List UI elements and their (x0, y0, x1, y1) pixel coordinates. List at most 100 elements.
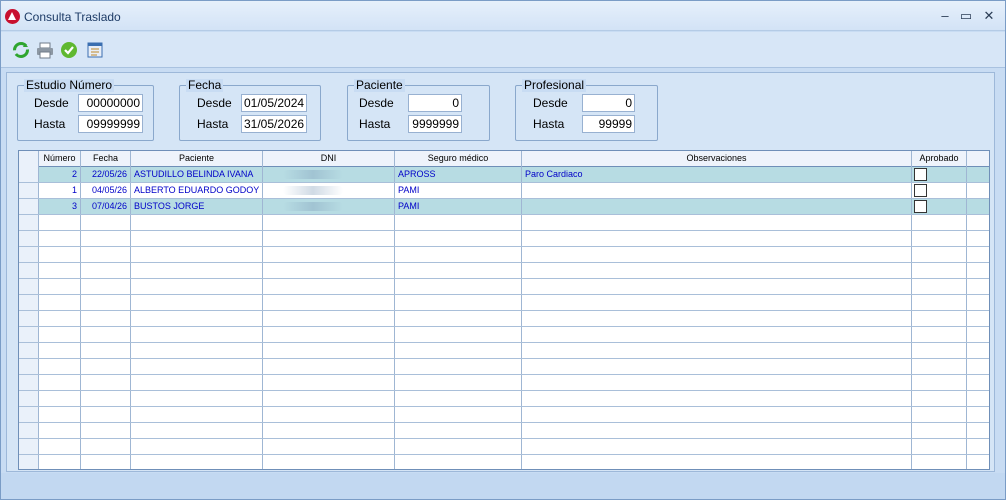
cell-numero[interactable] (39, 407, 81, 422)
cell-observaciones[interactable] (522, 311, 912, 326)
cell-observaciones[interactable] (522, 407, 912, 422)
cell-paciente[interactable] (131, 247, 263, 262)
cell-fecha[interactable]: 04/05/26 (81, 183, 131, 198)
cell-paciente[interactable] (131, 439, 263, 454)
cell-dni[interactable] (263, 359, 395, 374)
cell-fecha[interactable]: 07/04/26 (81, 199, 131, 214)
print-icon[interactable] (36, 41, 54, 59)
cell-dni[interactable] (263, 423, 395, 438)
cell-observaciones[interactable] (522, 391, 912, 406)
minimize-button[interactable]: – (936, 7, 954, 25)
empty-table-row[interactable] (19, 247, 989, 263)
cell-numero[interactable] (39, 375, 81, 390)
empty-table-row[interactable] (19, 279, 989, 295)
cell-fecha[interactable] (81, 375, 131, 390)
cell-paciente[interactable] (131, 295, 263, 310)
cell-seguro-medico[interactable]: APROSS (395, 167, 522, 182)
cell-dni[interactable] (263, 279, 395, 294)
cell-seguro-medico[interactable] (395, 391, 522, 406)
header-paciente[interactable]: Paciente (131, 151, 263, 167)
cell-numero[interactable] (39, 279, 81, 294)
fecha-desde-field[interactable]: 01/05/2024 (241, 94, 307, 112)
cell-seguro-medico[interactable] (395, 215, 522, 230)
row-indicator[interactable] (19, 343, 39, 358)
cell-seguro-medico[interactable] (395, 343, 522, 358)
fecha-hasta-field[interactable]: 31/05/2026 (241, 115, 307, 133)
close-button[interactable]: ✕ (980, 7, 998, 25)
estudio-desde-field[interactable]: 00000000 (78, 94, 143, 112)
cell-fecha[interactable] (81, 359, 131, 374)
row-indicator[interactable] (19, 279, 39, 294)
cell-seguro-medico[interactable] (395, 423, 522, 438)
cell-dni[interactable] (263, 455, 395, 469)
aprobado-checkbox[interactable] (914, 168, 927, 181)
cell-fecha[interactable] (81, 455, 131, 469)
cell-seguro-medico[interactable] (395, 455, 522, 469)
empty-table-row[interactable] (19, 359, 989, 375)
profesional-hasta-field[interactable]: 99999 (582, 115, 635, 133)
cell-dni[interactable] (263, 327, 395, 342)
cell-numero[interactable] (39, 215, 81, 230)
cell-observaciones[interactable] (522, 247, 912, 262)
cell-paciente[interactable] (131, 375, 263, 390)
cell-fecha[interactable] (81, 247, 131, 262)
cell-paciente[interactable] (131, 343, 263, 358)
cell-numero[interactable] (39, 343, 81, 358)
cell-numero[interactable] (39, 327, 81, 342)
cell-dni[interactable] (263, 343, 395, 358)
cell-paciente[interactable] (131, 423, 263, 438)
cell-fecha[interactable] (81, 311, 131, 326)
empty-table-row[interactable] (19, 311, 989, 327)
cell-dni[interactable] (263, 439, 395, 454)
empty-table-row[interactable] (19, 455, 989, 469)
cell-seguro-medico[interactable] (395, 407, 522, 422)
cell-numero[interactable] (39, 263, 81, 278)
cell-fecha[interactable] (81, 263, 131, 278)
cell-dni[interactable] (263, 231, 395, 246)
row-indicator[interactable] (19, 407, 39, 422)
cell-fecha[interactable] (81, 343, 131, 358)
cell-numero[interactable] (39, 423, 81, 438)
profesional-desde-field[interactable]: 0 (582, 94, 635, 112)
cell-paciente[interactable] (131, 327, 263, 342)
cell-paciente[interactable] (131, 279, 263, 294)
row-indicator[interactable] (19, 231, 39, 246)
cell-seguro-medico[interactable]: PAMI (395, 199, 522, 214)
cell-seguro-medico[interactable] (395, 279, 522, 294)
aprobado-checkbox[interactable] (914, 184, 927, 197)
cell-dni[interactable] (263, 295, 395, 310)
cell-paciente[interactable] (131, 215, 263, 230)
cell-seguro-medico[interactable] (395, 439, 522, 454)
approve-icon[interactable] (60, 41, 78, 59)
cell-dni[interactable] (263, 247, 395, 262)
empty-table-row[interactable] (19, 439, 989, 455)
paciente-desde-field[interactable]: 0 (408, 94, 462, 112)
header-aprobado[interactable]: Aprobado (912, 151, 967, 167)
row-indicator[interactable] (19, 183, 39, 198)
cell-fecha[interactable] (81, 423, 131, 438)
cell-fecha[interactable]: 22/05/26 (81, 167, 131, 182)
cell-observaciones[interactable] (522, 375, 912, 390)
row-indicator[interactable] (19, 295, 39, 310)
row-indicator[interactable] (19, 359, 39, 374)
row-indicator[interactable] (19, 263, 39, 278)
header-dni[interactable]: DNI (263, 151, 395, 167)
cell-numero[interactable] (39, 391, 81, 406)
cell-observaciones[interactable] (522, 359, 912, 374)
aprobado-checkbox[interactable] (914, 200, 927, 213)
cell-seguro-medico[interactable] (395, 263, 522, 278)
cell-seguro-medico[interactable] (395, 327, 522, 342)
cell-paciente[interactable] (131, 455, 263, 469)
estudio-hasta-field[interactable]: 09999999 (78, 115, 143, 133)
header-numero[interactable]: Número (39, 151, 81, 167)
table-row[interactable]: 3 07/04/26 BUSTOS JORGE PAMI (19, 199, 989, 215)
row-indicator[interactable] (19, 199, 39, 214)
row-indicator[interactable] (19, 439, 39, 454)
row-indicator[interactable] (19, 391, 39, 406)
cell-paciente[interactable]: BUSTOS JORGE (131, 199, 263, 214)
cell-dni[interactable] (263, 391, 395, 406)
header-observaciones[interactable]: Observaciones (522, 151, 912, 167)
cell-fecha[interactable] (81, 295, 131, 310)
cell-paciente[interactable] (131, 311, 263, 326)
cell-paciente[interactable] (131, 263, 263, 278)
